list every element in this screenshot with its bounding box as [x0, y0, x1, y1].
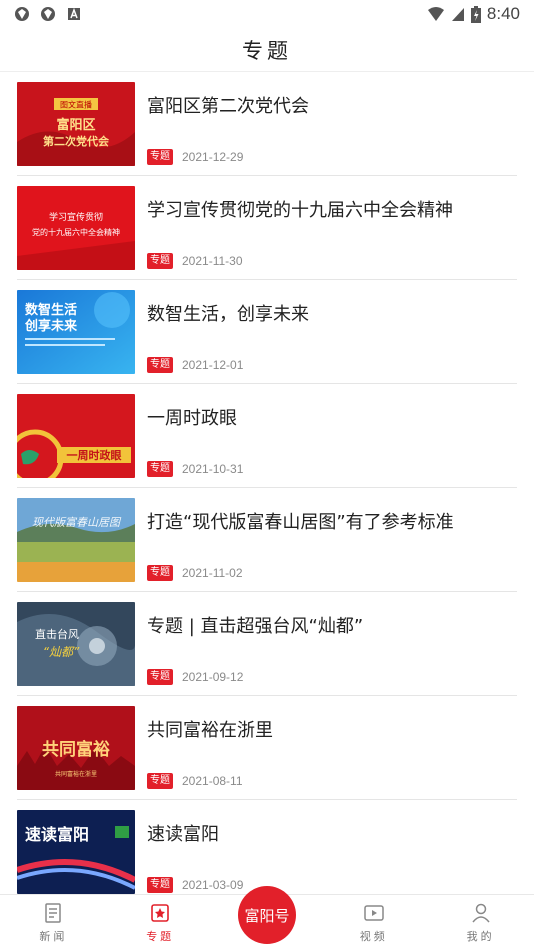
fuyanghao-button[interactable]: 富阳号	[238, 886, 296, 944]
page-header: 专题	[0, 28, 534, 72]
list-item[interactable]: 一周时政眼 一周时政眼 专题 2021-10-31	[17, 384, 517, 488]
thumb-label: 数智生活	[25, 302, 77, 318]
nav-video[interactable]: 视频	[320, 895, 427, 950]
battery-icon	[470, 5, 481, 23]
topic-tag: 专题	[147, 565, 173, 581]
thumb-label: 一周时政眼	[67, 448, 122, 462]
news-icon	[45, 902, 62, 923]
video-icon	[364, 904, 384, 921]
topic-tag: 专题	[147, 773, 173, 789]
list-item[interactable]: 学习宣传贯彻 党的十九届六中全会精神 学习宣传贯彻党的十九届六中全会精神 专题 …	[17, 176, 517, 280]
item-meta: 专题 2021-10-31	[147, 461, 243, 477]
item-meta: 专题 2021-11-02	[147, 565, 243, 581]
topic-tag: 专题	[147, 461, 173, 477]
text-notification-icon	[68, 7, 80, 20]
item-meta: 专题 2021-12-29	[147, 149, 243, 165]
thumb-label: 学习宣传贯彻	[49, 211, 103, 223]
item-title[interactable]: 数智生活，创享未来	[147, 300, 517, 326]
app-notification-icon	[15, 7, 29, 21]
signal-icon	[451, 8, 464, 21]
wifi-icon	[427, 7, 444, 21]
item-meta: 专题 2021-12-01	[147, 357, 243, 373]
thumb-label: 创享未来	[24, 318, 78, 334]
item-title[interactable]: 专题 | 直击超强台风“灿都”	[147, 612, 517, 638]
list-item[interactable]: 现代版富春山居图 打造“现代版富春山居图”有了参考标准 专题 2021-11-0…	[17, 488, 517, 592]
nav-mine[interactable]: 我的	[427, 895, 534, 950]
status-time: 8:40	[486, 4, 520, 23]
thumb-label: “灿都”	[43, 645, 80, 659]
list-item[interactable]: 共同富裕 共同富裕在浙里 共同富裕在浙里 专题 2021-08-11	[17, 696, 517, 800]
thumbnail-image[interactable]: 现代版富春山居图	[17, 498, 135, 582]
item-title[interactable]: 速读富阳	[147, 820, 517, 846]
topic-list[interactable]: 图文直播 富阳区 第二次党代会 富阳区第二次党代会 专题 2021-12-29 …	[0, 72, 534, 894]
thumbnail-image[interactable]: 直击台风 “灿都”	[17, 602, 135, 686]
status-bar: 8:40	[0, 0, 534, 28]
thumb-label: 共同富裕	[42, 739, 110, 760]
thumbnail-image[interactable]: 一周时政眼	[17, 394, 135, 478]
item-date: 2021-08-11	[182, 774, 243, 788]
nav-news[interactable]: 新闻	[0, 895, 107, 950]
item-meta: 专题 2021-08-11	[147, 773, 243, 789]
nav-topics[interactable]: 专题	[107, 895, 214, 950]
nav-label: 视频	[359, 929, 388, 943]
thumb-label: 富阳区	[56, 117, 95, 133]
item-date: 2021-10-31	[182, 462, 244, 476]
nav-label: 专题	[146, 929, 175, 943]
thumb-label: 图文直播	[60, 100, 92, 110]
thumbnail-image[interactable]: 学习宣传贯彻 党的十九届六中全会精神	[17, 186, 135, 270]
item-title[interactable]: 共同富裕在浙里	[147, 716, 517, 742]
user-icon	[471, 903, 490, 922]
thumbnail-image[interactable]: 图文直播 富阳区 第二次党代会	[17, 82, 135, 166]
topics-icon	[151, 903, 169, 922]
item-title[interactable]: 打造“现代版富春山居图”有了参考标准	[147, 508, 517, 534]
nav-label: 我的	[466, 929, 495, 943]
item-date: 2021-09-12	[182, 670, 244, 684]
topic-tag: 专题	[147, 253, 173, 269]
item-date: 2021-03-09	[182, 878, 244, 892]
thumb-label: 现代版富春山居图	[32, 516, 122, 529]
nav-label: 新闻	[39, 929, 68, 943]
list-item[interactable]: 数智生活 创享未来 数智生活，创享未来 专题 2021-12-01	[17, 280, 517, 384]
item-title[interactable]: 富阳区第二次党代会	[147, 92, 517, 118]
item-date: 2021-11-02	[182, 566, 243, 580]
item-date: 2021-12-01	[182, 358, 244, 372]
topic-tag: 专题	[147, 877, 173, 893]
thumbnail-image[interactable]: 速读富阳	[17, 810, 135, 894]
app-notification-icon	[41, 7, 55, 21]
thumb-label: 党的十九届六中全会精神	[32, 227, 120, 237]
item-meta: 专题 2021-11-30	[147, 253, 243, 269]
item-meta: 专题 2021-03-09	[147, 877, 243, 893]
page-title: 专题	[242, 38, 292, 63]
item-meta: 专题 2021-09-12	[147, 669, 243, 685]
list-item[interactable]: 速读富阳 速读富阳 专题 2021-03-09	[17, 800, 517, 894]
topic-tag: 专题	[147, 149, 173, 165]
list-item[interactable]: 图文直播 富阳区 第二次党代会 富阳区第二次党代会 专题 2021-12-29	[17, 72, 517, 176]
thumbnail-image[interactable]: 数智生活 创享未来	[17, 290, 135, 374]
thumb-label: 第二次党代会	[43, 134, 110, 148]
topic-tag: 专题	[147, 669, 173, 685]
item-date: 2021-11-30	[182, 254, 243, 268]
thumb-label: 直击台风	[35, 627, 79, 641]
thumb-label: 共同富裕在浙里	[55, 770, 97, 778]
item-title[interactable]: 一周时政眼	[147, 404, 517, 430]
thumb-label: 速读富阳	[25, 825, 89, 844]
topic-tag: 专题	[147, 357, 173, 373]
thumbnail-image[interactable]: 共同富裕 共同富裕在浙里	[17, 706, 135, 790]
list-item[interactable]: 直击台风 “灿都” 专题 | 直击超强台风“灿都” 专题 2021-09-12	[17, 592, 517, 696]
item-title[interactable]: 学习宣传贯彻党的十九届六中全会精神	[147, 196, 517, 222]
item-date: 2021-12-29	[182, 150, 244, 164]
